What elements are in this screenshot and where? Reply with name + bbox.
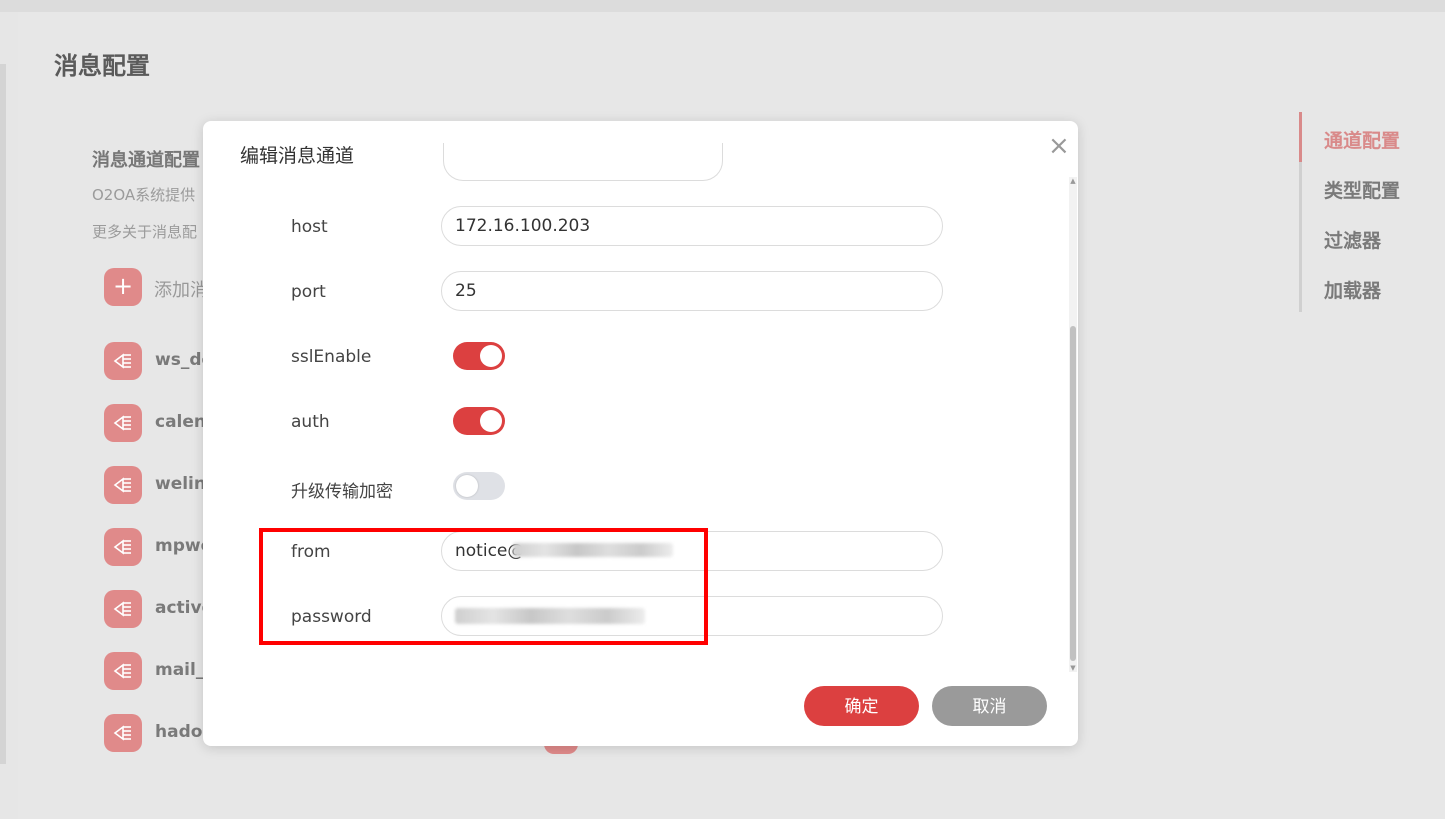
nav-loader[interactable]: 加载器 [1324, 276, 1381, 303]
top-strip [0, 0, 1445, 12]
auth-toggle[interactable] [453, 407, 505, 435]
section-title: 消息通道配置 [92, 150, 200, 171]
port-input[interactable] [441, 271, 943, 311]
clipped-input-field[interactable] [443, 143, 723, 181]
channel-icon[interactable] [104, 652, 142, 690]
edit-channel-dialog: 编辑消息通道 × host port sslEnable auth 升级传输加密… [203, 121, 1078, 746]
dialog-title: 编辑消息通道 [240, 145, 355, 167]
toggle-knob [480, 345, 502, 367]
channel-icon[interactable] [104, 404, 142, 442]
cancel-button[interactable]: 取消 [932, 686, 1047, 726]
port-label: port [291, 282, 326, 302]
starttls-label: 升级传输加密 [291, 482, 393, 502]
nav-channel-config[interactable]: 通道配置 [1324, 126, 1400, 153]
add-channel-label[interactable]: 添加消 [154, 276, 208, 302]
left-edge [0, 64, 6, 764]
page-title: 消息配置 [54, 52, 150, 80]
host-input[interactable] [441, 206, 943, 246]
scroll-up-icon[interactable]: ▲ [1069, 177, 1077, 185]
auth-label: auth [291, 412, 330, 432]
add-channel-button[interactable]: + [104, 268, 142, 306]
channel-icon[interactable] [104, 466, 142, 504]
channel-icon[interactable] [104, 714, 142, 752]
channel-icon[interactable] [104, 342, 142, 380]
highlight-box [259, 528, 708, 645]
toggle-knob [456, 475, 478, 497]
host-label: host [291, 217, 328, 237]
ssl-enable-label: sslEnable [291, 347, 372, 367]
channel-icon[interactable] [104, 590, 142, 628]
right-nav-active-indicator [1299, 112, 1302, 162]
starttls-toggle[interactable] [453, 472, 505, 500]
nav-filter[interactable]: 过滤器 [1324, 226, 1381, 253]
section-description-line1: O2OA系统提供 [92, 186, 196, 204]
confirm-button[interactable]: 确定 [804, 686, 919, 726]
ssl-enable-toggle[interactable] [453, 342, 505, 370]
toggle-knob [480, 410, 502, 432]
scroll-down-icon[interactable]: ▼ [1069, 664, 1077, 672]
close-icon[interactable]: × [1048, 133, 1070, 159]
channel-icon[interactable] [104, 528, 142, 566]
plus-icon: + [112, 272, 134, 300]
nav-type-config[interactable]: 类型配置 [1324, 176, 1400, 203]
dialog-scrollbar-thumb[interactable] [1070, 326, 1076, 661]
section-description-line2: 更多关于消息配 [92, 223, 198, 241]
